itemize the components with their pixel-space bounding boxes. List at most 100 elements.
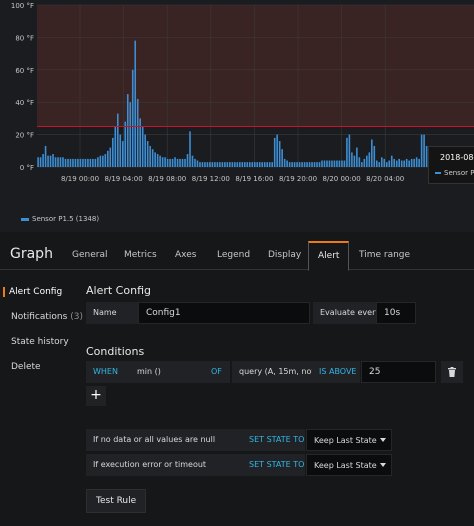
chart-bar [298,162,301,167]
condition-when-keyword[interactable]: WHEN [86,361,130,383]
chart-bar [348,134,351,167]
tooltip-series-row: Sensor P [435,169,474,177]
tab-time-range[interactable]: Time range [359,250,410,260]
condition-of-keyword: OF [204,361,230,383]
chart-bar [273,137,276,167]
chart-bar [74,158,77,167]
chart-bar [415,157,418,167]
chart-bar [380,157,383,167]
tab-metrics[interactable]: Metrics [124,250,157,260]
chart-bar [266,162,269,167]
chart-bar [109,147,112,167]
conditions-heading: Conditions [86,345,145,358]
chart-bar [363,158,366,167]
chart-bar [293,162,296,167]
add-condition-button[interactable]: + [86,386,106,406]
chart-bar [151,149,154,167]
chevron-down-icon [380,463,386,467]
y-tick-label: 60 °F [15,67,34,75]
y-tick-label: 40 °F [15,99,34,107]
chart-bar [54,157,57,167]
chart-bar [112,137,114,167]
sidebar-item-notifications[interactable]: Notifications (3) [11,312,83,322]
chart-bar [154,152,156,167]
chart-bar [131,69,134,167]
reducer-select[interactable]: min () [130,361,204,383]
legend-swatch [21,217,29,221]
name-input[interactable]: Config1 [138,302,310,324]
chart-bar [159,155,161,167]
chart-bar [383,158,386,167]
chart-bar [268,162,271,167]
chart-bar [373,145,376,167]
chart-bar [385,162,388,167]
chart-bar [263,162,266,167]
chart-bar [107,150,109,167]
chart-bar [94,158,97,167]
chart-bar [186,154,189,167]
delete-condition-button[interactable] [441,361,463,383]
chart-bar [351,152,353,167]
chart-bar [196,160,199,167]
chart-bar [248,162,251,167]
x-tick-label: 8/19 00:00 [61,175,99,183]
evaluator-select[interactable]: IS ABOVE [312,361,360,383]
sidebar-item-state-history[interactable]: State history [11,337,69,347]
chart-bar [176,158,179,167]
alert-config-heading: Alert Config [86,284,151,297]
chart-bar [191,155,194,167]
y-tick-label: 80 °F [15,34,34,42]
evaluate-every-input[interactable]: 10s [376,302,416,324]
chart-bar [82,158,84,167]
chart-bar [42,154,44,167]
editor-title: Graph [10,246,53,262]
chart-legend[interactable]: Sensor P1.5 (1348) [21,215,99,223]
trash-icon [448,367,456,377]
chart-bar [84,158,87,167]
tab-axes[interactable]: Axes [175,250,196,260]
chart-bar [253,162,256,167]
threshold-input[interactable]: 25 [361,361,436,383]
chart-bar [156,154,159,167]
y-tick-label: 100 °F [11,2,34,10]
chart-bar [37,157,39,167]
chart-bar [331,160,333,167]
chart-bar [283,158,286,167]
no-data-state-select[interactable]: Keep Last State [306,429,392,451]
chart-bar [400,160,403,167]
chart-bar [303,162,306,167]
chart-bar [301,162,303,167]
chart-bar [388,160,391,167]
x-tick-label: 8/19 20:00 [279,175,317,183]
x-tick-label: 8/20 04:00 [366,175,404,183]
chart-bar [346,137,348,167]
chart-bar [179,158,181,167]
chart-bar [288,162,291,167]
exec-error-state-select[interactable]: Keep Last State [306,454,392,476]
chart-bar [171,158,174,167]
chart-bar [72,158,74,167]
chart-bar [234,162,236,167]
chart-bar [236,162,239,167]
chart-bar [44,145,47,167]
chart-bar [181,158,184,167]
chart-bar [67,158,69,167]
chart-bar [69,158,72,167]
chart-bar [121,141,124,167]
chart-bar [398,158,401,167]
test-rule-button[interactable]: Test Rule [86,489,147,513]
sidebar-item-alert-config[interactable]: Alert Config [3,287,62,297]
chart-bar [311,162,313,167]
tab-alert[interactable]: Alert [308,241,350,271]
sidebar-item-delete[interactable]: Delete [11,362,41,372]
chart-bar [139,118,141,167]
tab-legend[interactable]: Legend [217,250,250,260]
legend-series-label[interactable]: Sensor P1.5 (1348) [32,215,99,223]
y-tick-label: 0 °F [20,164,34,172]
chart-bar [418,158,420,167]
chart-bar [149,145,151,167]
chart-bar [229,162,231,167]
query-select[interactable]: query (A, 15m, now) [232,361,321,383]
tab-general[interactable]: General [72,250,107,260]
tab-display[interactable]: Display [268,250,301,260]
